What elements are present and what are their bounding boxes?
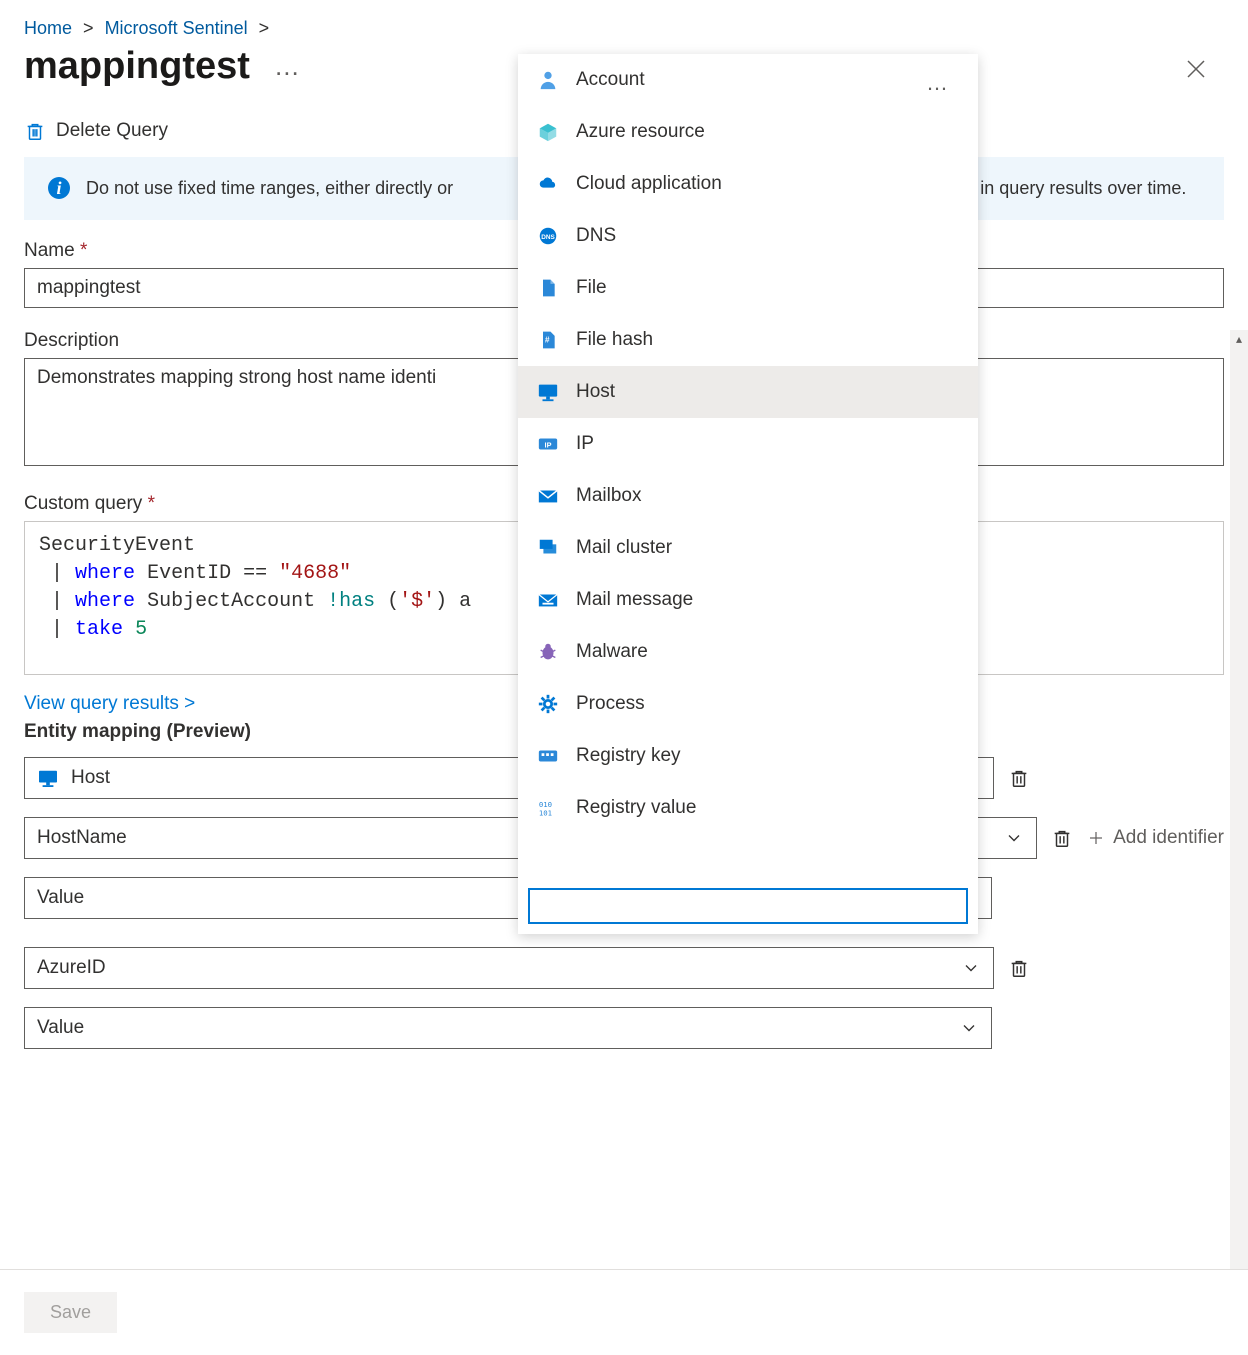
dropdown-filter[interactable] (528, 888, 968, 924)
chevron-down-icon (959, 1018, 979, 1038)
svg-text:DNS: DNS (541, 234, 555, 241)
filehash-icon: # (536, 328, 560, 352)
dropdown-item-label: File (576, 277, 607, 299)
dropdown-item-label: Mail message (576, 589, 693, 611)
dropdown-item-label: Mail cluster (576, 537, 672, 559)
identifier-value: HostName (37, 827, 127, 849)
dropdown-item-host[interactable]: Host (518, 366, 978, 418)
dropdown-item-mail-cluster[interactable]: Mail cluster (518, 522, 978, 574)
dropdown-item-cloud-application[interactable]: Cloud application (518, 158, 978, 210)
dropdown-item-label: DNS (576, 225, 616, 247)
trash-icon[interactable] (1051, 827, 1073, 849)
required-indicator: * (148, 493, 155, 514)
dropdown-item-file[interactable]: File (518, 262, 978, 314)
add-identifier-button[interactable]: Add identifier (1087, 827, 1224, 849)
breadcrumb-separator: > (83, 18, 94, 38)
dns-icon: DNS (536, 224, 560, 248)
breadcrumb-home[interactable]: Home (24, 18, 72, 38)
add-identifier-label: Add identifier (1113, 827, 1224, 849)
close-icon[interactable] (1184, 55, 1208, 89)
trash-icon[interactable] (1008, 767, 1030, 789)
regkey-icon (536, 744, 560, 768)
mailmsg-icon (536, 588, 560, 612)
mailbox-icon (536, 484, 560, 508)
dropdown-item-process[interactable]: Process (518, 678, 978, 730)
dropdown-item-registry-key[interactable]: Registry key (518, 730, 978, 782)
identifier-select[interactable]: AzureID (24, 947, 994, 989)
regval-icon: 010101 (536, 796, 560, 820)
save-button[interactable]: Save (24, 1292, 117, 1333)
dropdown-item-registry-value[interactable]: 010101 Registry value (518, 782, 978, 834)
view-query-results-link[interactable]: View query results > (24, 693, 195, 715)
dropdown-item-label: Account (576, 69, 645, 91)
dropdown-item-label: Host (576, 381, 615, 403)
dropdown-scroll[interactable]: Account … Azure resource Cloud application D… (518, 54, 978, 878)
dropdown-item-label: Azure resource (576, 121, 705, 143)
svg-text:IP: IP (545, 441, 552, 450)
entity-type-value: Host (71, 767, 110, 789)
mailcluster-icon (536, 536, 560, 560)
identifier-value-text: Value (37, 1017, 84, 1039)
chevron-down-icon (961, 958, 981, 978)
info-icon: i (48, 177, 70, 199)
dropdown-item-dns[interactable]: DNS DNS (518, 210, 978, 262)
page-title: mappingtest (24, 45, 250, 88)
dropdown-item-label: IP (576, 433, 594, 455)
dropdown-item-mailbox[interactable]: Mailbox (518, 470, 978, 522)
dropdown-item-ip[interactable]: IP IP (518, 418, 978, 470)
delete-query-button[interactable]: Delete Query (24, 120, 168, 142)
breadcrumb-sentinel[interactable]: Microsoft Sentinel (105, 18, 248, 38)
cube-icon (536, 120, 560, 144)
dropdown-item-mail-message[interactable]: Mail message (518, 574, 978, 626)
entity-type-dropdown: Account … Azure resource Cloud application D… (518, 54, 978, 934)
identifier-value: AzureID (37, 957, 106, 979)
dropdown-more-button[interactable]: … (926, 70, 950, 96)
required-indicator: * (80, 240, 87, 261)
identifier-value-select[interactable]: Value (24, 1007, 992, 1049)
breadcrumb: Home > Microsoft Sentinel > (0, 0, 1248, 45)
plus-icon (1087, 829, 1105, 847)
bug-icon (536, 640, 560, 664)
dropdown-item-label: Cloud application (576, 173, 722, 195)
host-icon (536, 380, 560, 404)
dropdown-item-azure-resource[interactable]: Azure resource (518, 106, 978, 158)
host-icon (37, 769, 59, 787)
ip-icon: IP (536, 432, 560, 456)
breadcrumb-separator: > (259, 18, 270, 38)
dropdown-item-account[interactable]: Account … (518, 54, 978, 106)
svg-text:#: # (545, 335, 550, 345)
scroll-up-arrow[interactable]: ▴ (1230, 330, 1248, 348)
dropdown-item-label: Mailbox (576, 485, 641, 507)
dropdown-item-malware[interactable]: Malware (518, 626, 978, 678)
file-icon (536, 276, 560, 300)
person-icon (536, 68, 560, 92)
gear-icon (536, 692, 560, 716)
dropdown-filter-input[interactable] (538, 896, 958, 916)
svg-text:101: 101 (539, 808, 552, 817)
dropdown-item-label: File hash (576, 329, 653, 351)
footer: Save (0, 1269, 1248, 1355)
delete-query-label: Delete Query (56, 120, 168, 142)
trash-icon (24, 120, 46, 142)
dropdown-item-label: Malware (576, 641, 648, 663)
more-menu-button[interactable]: … (274, 51, 302, 82)
dropdown-item-label: Registry value (576, 797, 696, 819)
identifier-row: AzureID (24, 947, 1224, 989)
cloud-icon (536, 172, 560, 196)
identifier-value-row: Value (24, 1007, 1224, 1049)
dropdown-item-file-hash[interactable]: # File hash (518, 314, 978, 366)
vertical-scrollbar[interactable]: ▴ ▾ (1230, 330, 1248, 1295)
dropdown-item-label: Process (576, 693, 645, 715)
identifier-value-text: Value (37, 887, 84, 909)
dropdown-item-label: Registry key (576, 745, 681, 767)
trash-icon[interactable] (1008, 957, 1030, 979)
chevron-down-icon (1004, 828, 1024, 848)
